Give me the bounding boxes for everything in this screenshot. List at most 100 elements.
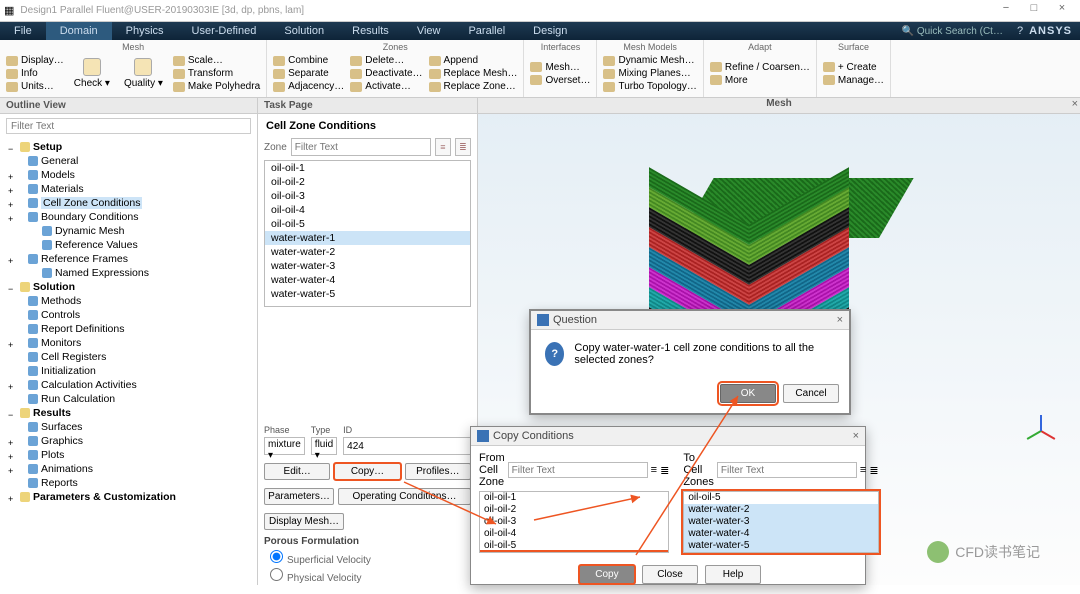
to-btn-a[interactable]: ≡ (860, 464, 866, 476)
help-button[interactable]: Help (705, 565, 761, 584)
menu-user-defined[interactable]: User-Defined (178, 22, 271, 40)
to-zone-list[interactable]: oil-oil-5water-water-2water-water-3water… (683, 491, 878, 553)
physical-velocity-radio[interactable]: Physical Velocity (270, 568, 465, 584)
tree-node[interactable]: Reference Frames (6, 252, 257, 266)
to-zone-item[interactable]: water-water-2 (684, 504, 877, 516)
zone-item[interactable]: oil-oil-4 (265, 203, 470, 217)
menu-physics[interactable]: Physics (112, 22, 178, 40)
outline-filter-input[interactable] (6, 118, 251, 134)
tree-node[interactable]: Reference Values (6, 238, 257, 252)
to-zone-item[interactable]: water-water-3 (684, 516, 877, 528)
zone-item[interactable]: water-water-4 (265, 273, 470, 287)
ribbon-item[interactable]: Display… (6, 55, 64, 66)
ribbon-item[interactable]: Adjacency… (273, 81, 344, 92)
ribbon-item[interactable]: Transform (173, 68, 260, 79)
to-filter-input[interactable] (717, 462, 857, 478)
from-zone-item[interactable]: oil-oil-3 (480, 516, 668, 528)
ribbon-item[interactable]: Refine / Coarsen… (710, 62, 810, 73)
tree-node[interactable]: Materials (6, 182, 257, 196)
parameters-button[interactable]: Parameters… (264, 488, 334, 505)
tree-node[interactable]: Plots (6, 448, 257, 462)
tree-node[interactable]: Setup (6, 140, 257, 154)
tree-node[interactable]: Animations (6, 462, 257, 476)
ribbon-item[interactable]: Dynamic Mesh… (603, 55, 696, 66)
tree-node[interactable]: Monitors (6, 336, 257, 350)
to-zone-item[interactable]: water-water-4 (684, 528, 877, 540)
ribbon-item[interactable]: Replace Zone… (429, 81, 518, 92)
menu-design[interactable]: Design (519, 22, 581, 40)
to-zone-item[interactable]: oil-oil-5 (684, 492, 877, 504)
from-zone-list[interactable]: oil-oil-1oil-oil-2oil-oil-3oil-oil-4oil-… (479, 491, 669, 553)
zone-list[interactable]: oil-oil-1oil-oil-2oil-oil-3oil-oil-4oil-… (264, 160, 471, 307)
ribbon-item[interactable]: Units… (6, 81, 64, 92)
tree-node[interactable]: General (6, 154, 257, 168)
outline-tree[interactable]: SetupGeneralModelsMaterialsCell Zone Con… (0, 138, 257, 585)
phase-select[interactable]: mixture ▾ (264, 437, 305, 455)
zone-filter-input[interactable] (291, 138, 431, 156)
cancel-button[interactable]: Cancel (783, 384, 839, 403)
menu-file[interactable]: File (0, 22, 46, 40)
tree-node[interactable]: Dynamic Mesh (6, 224, 257, 238)
menu-results[interactable]: Results (338, 22, 403, 40)
from-zone-item[interactable]: oil-oil-4 (480, 528, 668, 540)
menu-view[interactable]: View (403, 22, 455, 40)
from-zone-item[interactable]: oil-oil-2 (480, 504, 668, 516)
close-button[interactable]: Close (642, 565, 698, 584)
quick-search[interactable]: 🔍 Quick Search (Ct… (902, 26, 1003, 37)
tree-node[interactable]: Graphics (6, 434, 257, 448)
from-btn-a[interactable]: ≡ (651, 464, 657, 476)
ribbon-item[interactable]: Combine (273, 55, 344, 66)
question-close-icon[interactable]: × (837, 314, 843, 326)
ribbon-item[interactable]: Separate (273, 68, 344, 79)
ribbon-item[interactable]: Deactivate… (350, 68, 422, 79)
ribbon-item[interactable]: Scale… (173, 55, 260, 66)
tree-node[interactable]: Results (6, 406, 257, 420)
zone-item[interactable]: oil-oil-1 (265, 161, 470, 175)
superficial-velocity-radio[interactable]: Superficial Velocity (270, 550, 465, 566)
tree-node[interactable]: Surfaces (6, 420, 257, 434)
type-select[interactable]: fluid ▾ (311, 437, 337, 455)
ribbon-item[interactable]: + Create (823, 62, 884, 73)
tree-node[interactable]: Cell Zone Conditions (6, 196, 257, 210)
tree-node[interactable]: Solution (6, 280, 257, 294)
ribbon-item[interactable]: Replace Mesh… (429, 68, 518, 79)
ribbon-item[interactable]: Turbo Topology… (603, 81, 696, 92)
zone-item[interactable]: water-water-1 (265, 231, 470, 245)
to-zone-item[interactable]: water-water-5 (684, 540, 877, 552)
edit-button[interactable]: Edit… (264, 463, 330, 480)
zone-filter-btn-b[interactable]: ≣ (455, 138, 471, 156)
ribbon-item[interactable]: Check ▾ (70, 56, 114, 91)
ok-button[interactable]: OK (720, 384, 776, 403)
minimize-button[interactable]: − (992, 2, 1020, 20)
ribbon-item[interactable]: Delete… (350, 55, 422, 66)
help-icon[interactable]: ? (1017, 25, 1023, 37)
zone-item[interactable]: oil-oil-3 (265, 189, 470, 203)
tree-node[interactable]: Calculation Activities (6, 378, 257, 392)
ribbon-item[interactable]: Append (429, 55, 518, 66)
ribbon-item[interactable]: Overset… (530, 75, 590, 86)
zone-item[interactable]: water-water-5 (265, 287, 470, 301)
from-filter-input[interactable] (508, 462, 648, 478)
zone-item[interactable]: water-water-2 (265, 245, 470, 259)
operating-conditions-button[interactable]: Operating Conditions… (338, 488, 471, 505)
profiles-button[interactable]: Profiles… (405, 463, 471, 480)
zone-item[interactable]: oil-oil-2 (265, 175, 470, 189)
ribbon-item[interactable]: Quality ▾ (120, 56, 167, 91)
tree-node[interactable]: Boundary Conditions (6, 210, 257, 224)
menu-domain[interactable]: Domain (46, 22, 112, 40)
zone-filter-btn-a[interactable]: ≡ (435, 138, 451, 156)
zone-item[interactable]: water-water-3 (265, 259, 470, 273)
tree-node[interactable]: Report Definitions (6, 322, 257, 336)
to-btn-b[interactable]: ≣ (869, 464, 878, 477)
from-zone-item[interactable]: oil-oil-1 (480, 492, 668, 504)
ribbon-item[interactable]: More (710, 75, 810, 86)
tree-node[interactable]: Methods (6, 294, 257, 308)
ribbon-item[interactable]: Mixing Planes… (603, 68, 696, 79)
menu-parallel[interactable]: Parallel (454, 22, 519, 40)
close-button[interactable]: × (1048, 2, 1076, 20)
tree-node[interactable]: Reports (6, 476, 257, 490)
menu-solution[interactable]: Solution (270, 22, 338, 40)
ribbon-item[interactable]: Manage… (823, 75, 884, 86)
display-mesh-button[interactable]: Display Mesh… (264, 513, 344, 530)
copy-close-icon[interactable]: × (853, 430, 859, 442)
